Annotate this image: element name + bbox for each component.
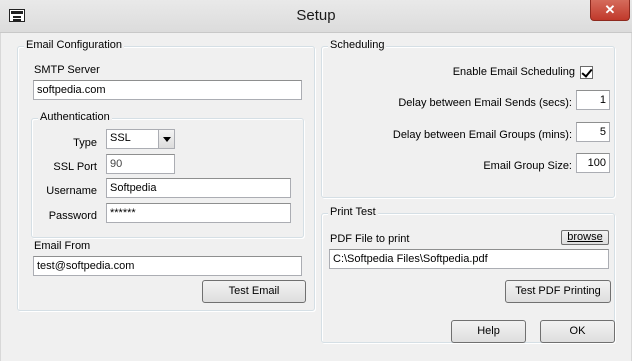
delay-sends-input[interactable]: 1 <box>576 90 610 110</box>
type-select[interactable]: SSL <box>106 129 175 149</box>
enable-scheduling-label: Enable Email Scheduling <box>452 66 575 78</box>
authentication-group: Authentication Type SSL SSL Port 90 User… <box>31 111 304 238</box>
title-bar[interactable]: Setup ✕ <box>0 0 632 33</box>
email-from-label: Email From <box>34 240 91 252</box>
smtp-server-label: SMTP Server <box>34 64 100 76</box>
email-configuration-label: Email Configuration <box>24 39 124 51</box>
pdf-file-label: PDF File to print <box>330 233 410 245</box>
close-button[interactable]: ✕ <box>590 0 630 21</box>
type-select-value: SSL <box>110 132 131 144</box>
chevron-down-icon[interactable] <box>158 130 174 148</box>
email-configuration-group: Email Configuration SMTP Server softpedi… <box>17 39 315 311</box>
scheduling-group: Scheduling Enable Email Scheduling Delay… <box>321 39 615 198</box>
username-input[interactable]: Softpedia <box>106 178 291 198</box>
ssl-port-input[interactable]: 90 <box>106 154 175 174</box>
password-input[interactable]: ****** <box>106 203 291 223</box>
delay-groups-label: Delay between Email Groups (mins): <box>392 129 572 141</box>
username-label: Username <box>46 185 97 197</box>
email-from-input[interactable]: test@softpedia.com <box>33 256 302 276</box>
test-email-button[interactable]: Test Email <box>202 280 306 303</box>
group-size-input[interactable]: 100 <box>576 153 610 173</box>
group-size-label: Email Group Size: <box>483 160 572 172</box>
delay-groups-input[interactable]: 5 <box>576 122 610 142</box>
enable-scheduling-checkbox[interactable] <box>580 66 593 79</box>
password-label: Password <box>48 210 97 222</box>
type-label: Type <box>73 137 97 149</box>
ok-button[interactable]: OK <box>540 320 615 343</box>
delay-sends-label: Delay between Email Sends (secs): <box>398 97 572 109</box>
pdf-file-input[interactable]: C:\Softpedia Files\Softpedia.pdf <box>329 249 609 269</box>
print-test-label: Print Test <box>328 206 378 218</box>
browse-button[interactable]: browse <box>561 230 609 245</box>
test-pdf-printing-button[interactable]: Test PDF Printing <box>505 280 611 303</box>
authentication-label: Authentication <box>38 111 112 123</box>
ssl-port-label: SSL Port <box>53 161 97 173</box>
scheduling-label: Scheduling <box>328 39 387 51</box>
smtp-server-input[interactable]: softpedia.com <box>33 80 302 100</box>
window-title: Setup <box>296 7 336 24</box>
help-button[interactable]: Help <box>451 320 526 343</box>
dialog-body: Email Configuration SMTP Server softpedi… <box>0 33 632 361</box>
